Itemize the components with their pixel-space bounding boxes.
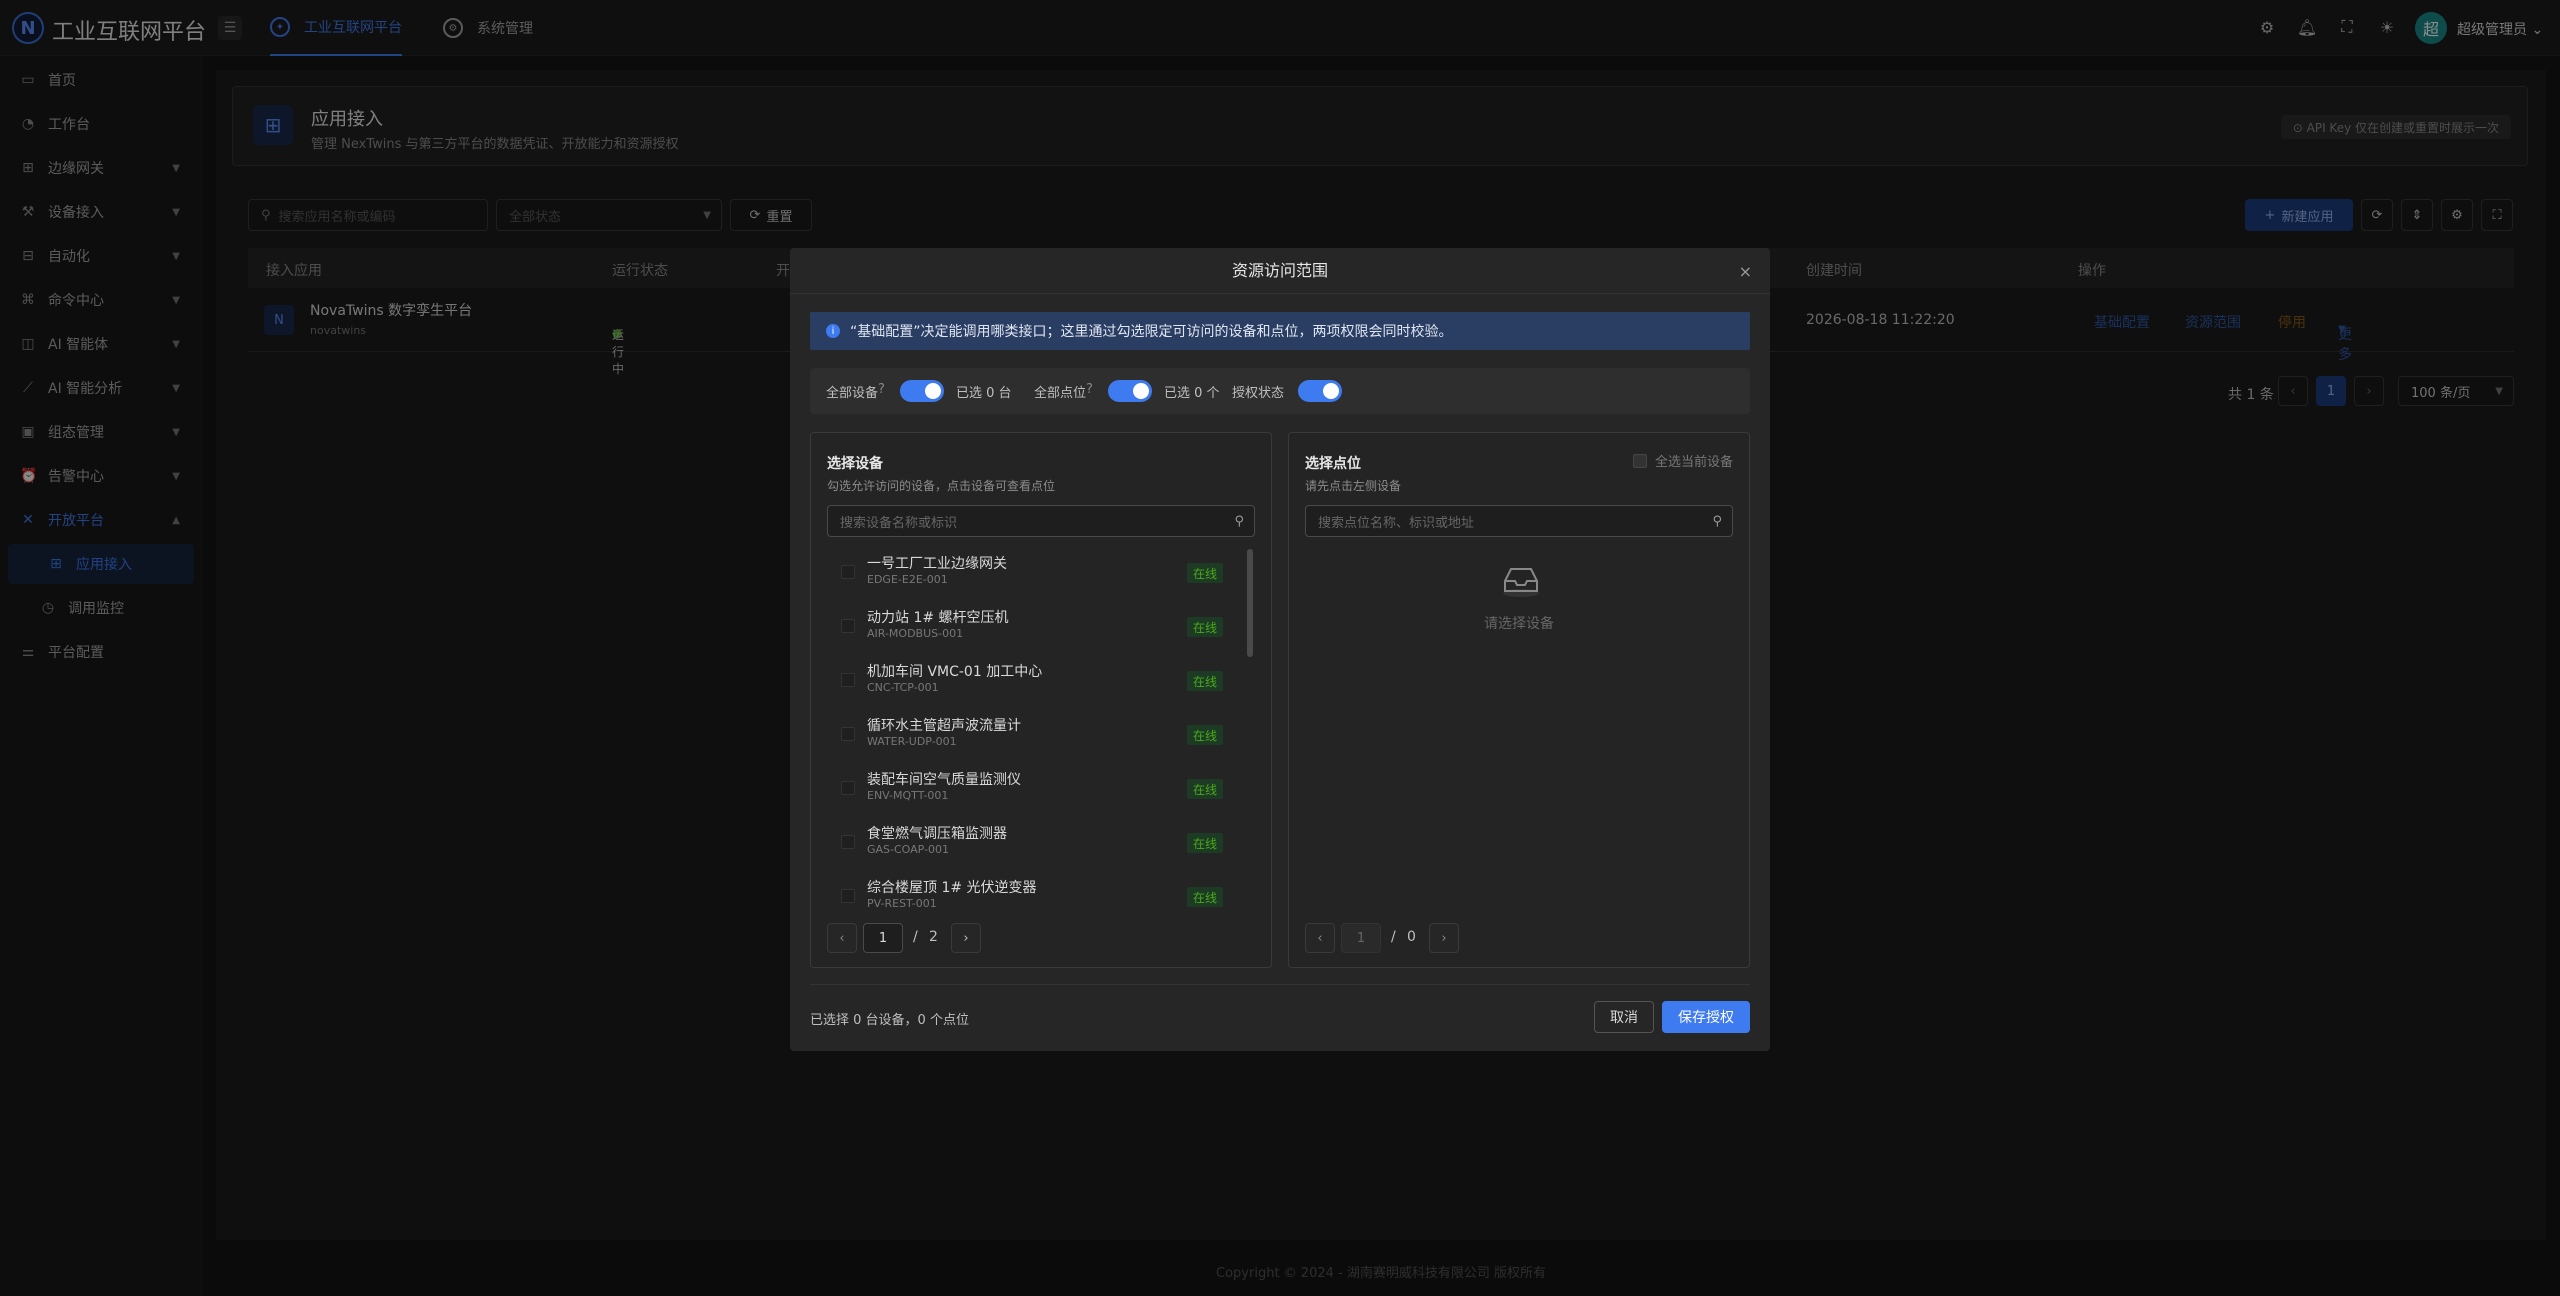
checkbox[interactable] bbox=[841, 565, 855, 579]
info-alert: i “基础配置”决定能调用哪类接口；这里通过勾选限定可访问的设备和点位，两项权限… bbox=[810, 312, 1750, 350]
selection-summary: 已选择 0 台设备，0 个点位 bbox=[810, 1013, 969, 1028]
checkbox[interactable] bbox=[841, 673, 855, 687]
status-badge: 在线 bbox=[1186, 671, 1223, 691]
list-item[interactable]: 动力站 1# 螺杆空压机 AIR-MODBUS-001 在线 bbox=[827, 599, 1239, 653]
close-icon[interactable]: × bbox=[1739, 262, 1752, 281]
auth-status-switch[interactable] bbox=[1298, 380, 1342, 402]
device-name: 机加车间 VMC-01 加工中心 bbox=[867, 664, 1043, 680]
checkbox[interactable] bbox=[841, 619, 855, 633]
scope-toggles: 全部设备 ? 已选 0 台 全部点位 ? 已选 0 个 授权状态 bbox=[810, 368, 1750, 414]
device-panel-title: 选择设备 bbox=[827, 456, 883, 472]
list-item[interactable]: 综合楼屋顶 1# 光伏逆变器 PV-REST-001 在线 bbox=[827, 869, 1239, 907]
auth-status-label: 授权状态 bbox=[1232, 386, 1285, 401]
modal-footer: 已选择 0 台设备，0 个点位 取消 保存授权 bbox=[810, 984, 1750, 1044]
point-panel: 选择点位 请先点击左侧设备 全选当前设备 搜索点位名称、标识或地址 ⚲ 请选择设… bbox=[1288, 432, 1750, 968]
resource-scope-modal: 资源访问范围 × i “基础配置”决定能调用哪类接口；这里通过勾选限定可访问的设… bbox=[790, 248, 1770, 1051]
page-input[interactable]: 1 bbox=[863, 923, 903, 953]
device-code: EDGE-E2E-001 bbox=[867, 573, 948, 586]
page-input[interactable]: 1 bbox=[1341, 923, 1381, 953]
empty-inbox-icon bbox=[1499, 559, 1543, 599]
checkbox[interactable] bbox=[841, 781, 855, 795]
page-separator: / bbox=[913, 929, 918, 945]
search-icon: ⚲ bbox=[1712, 513, 1722, 529]
all-points-switch[interactable] bbox=[1108, 380, 1152, 402]
devices-selected-count: 已选 0 台 bbox=[956, 386, 1012, 401]
status-badge: 在线 bbox=[1186, 887, 1223, 907]
help-icon: ? bbox=[1086, 382, 1093, 397]
device-name: 一号工厂工业边缘网关 bbox=[867, 556, 1007, 572]
device-code: GAS-COAP-001 bbox=[867, 843, 950, 856]
all-devices-label: 全部设备 bbox=[826, 386, 879, 401]
checkbox[interactable] bbox=[841, 835, 855, 849]
all-points-label: 全部点位 bbox=[1034, 386, 1087, 401]
device-code: AIR-MODBUS-001 bbox=[867, 627, 964, 640]
device-code: ENV-MQTT-001 bbox=[867, 789, 949, 802]
device-name: 动力站 1# 螺杆空压机 bbox=[867, 610, 1009, 626]
status-badge: 在线 bbox=[1186, 563, 1223, 583]
device-code: CNC-TCP-001 bbox=[867, 681, 939, 694]
point-panel-title: 选择点位 bbox=[1305, 456, 1361, 472]
list-item[interactable]: 一号工厂工业边缘网关 EDGE-E2E-001 在线 bbox=[827, 545, 1239, 599]
prev-page-icon[interactable]: ‹ bbox=[1305, 923, 1335, 953]
status-badge: 在线 bbox=[1186, 779, 1223, 799]
point-search-placeholder: 搜索点位名称、标识或地址 bbox=[1318, 515, 1475, 531]
list-item[interactable]: 食堂燃气调压箱监测器 GAS-COAP-001 在线 bbox=[827, 815, 1239, 869]
save-authorization-button[interactable]: 保存授权 bbox=[1662, 1001, 1750, 1033]
list-item[interactable]: 装配车间空气质量监测仪 ENV-MQTT-001 在线 bbox=[827, 761, 1239, 815]
all-devices-switch[interactable] bbox=[900, 380, 944, 402]
points-selected-count: 已选 0 个 bbox=[1164, 386, 1220, 401]
device-name: 综合楼屋顶 1# 光伏逆变器 bbox=[867, 880, 1037, 896]
search-icon: ⚲ bbox=[1234, 513, 1244, 529]
scrollbar[interactable] bbox=[1247, 549, 1253, 657]
next-page-icon[interactable]: › bbox=[951, 923, 981, 953]
device-panel: 选择设备 勾选允许访问的设备，点击设备可查看点位 搜索设备名称或标识 ⚲ 一号工… bbox=[810, 432, 1272, 968]
cancel-button[interactable]: 取消 bbox=[1594, 1001, 1654, 1033]
select-all-checkbox[interactable]: 全选当前设备 bbox=[1632, 451, 1733, 470]
device-list: 一号工厂工业边缘网关 EDGE-E2E-001 在线 动力站 1# 螺杆空压机 AIR… bbox=[827, 545, 1239, 907]
page-separator: / bbox=[1391, 929, 1396, 945]
info-text: “基础配置”决定能调用哪类接口；这里通过勾选限定可访问的设备和点位，两项权限会同… bbox=[850, 324, 1453, 340]
next-page-icon[interactable]: › bbox=[1429, 923, 1459, 953]
device-search-input[interactable]: 搜索设备名称或标识 ⚲ bbox=[827, 505, 1255, 537]
device-name: 食堂燃气调压箱监测器 bbox=[867, 826, 1007, 842]
status-badge: 在线 bbox=[1186, 725, 1223, 745]
checkbox[interactable] bbox=[841, 727, 855, 741]
help-icon: ? bbox=[878, 382, 885, 397]
list-item[interactable]: 机加车间 VMC-01 加工中心 CNC-TCP-001 在线 bbox=[827, 653, 1239, 707]
device-name: 装配车间空气质量监测仪 bbox=[867, 772, 1021, 788]
total-pages: 0 bbox=[1407, 929, 1416, 945]
checkbox[interactable] bbox=[841, 889, 855, 903]
point-panel-subtitle: 请先点击左侧设备 bbox=[1305, 479, 1402, 493]
status-badge: 在线 bbox=[1186, 833, 1223, 853]
list-item[interactable]: 循环水主管超声波流量计 WATER-UDP-001 在线 bbox=[827, 707, 1239, 761]
device-name: 循环水主管超声波流量计 bbox=[867, 718, 1021, 734]
checkbox[interactable] bbox=[1632, 453, 1647, 468]
prev-page-icon[interactable]: ‹ bbox=[827, 923, 857, 953]
point-search-input[interactable]: 搜索点位名称、标识或地址 ⚲ bbox=[1305, 505, 1733, 537]
device-search-placeholder: 搜索设备名称或标识 bbox=[840, 515, 958, 531]
device-code: PV-REST-001 bbox=[867, 897, 937, 907]
modal-title: 资源访问范围 bbox=[790, 248, 1770, 294]
status-badge: 在线 bbox=[1186, 617, 1223, 637]
select-all-label: 全选当前设备 bbox=[1654, 455, 1733, 470]
device-panel-subtitle: 勾选允许访问的设备，点击设备可查看点位 bbox=[827, 479, 1056, 493]
total-pages: 2 bbox=[929, 929, 938, 945]
empty-text: 请选择设备 bbox=[1484, 616, 1554, 632]
device-code: WATER-UDP-001 bbox=[867, 735, 957, 748]
info-icon: i bbox=[826, 324, 840, 338]
